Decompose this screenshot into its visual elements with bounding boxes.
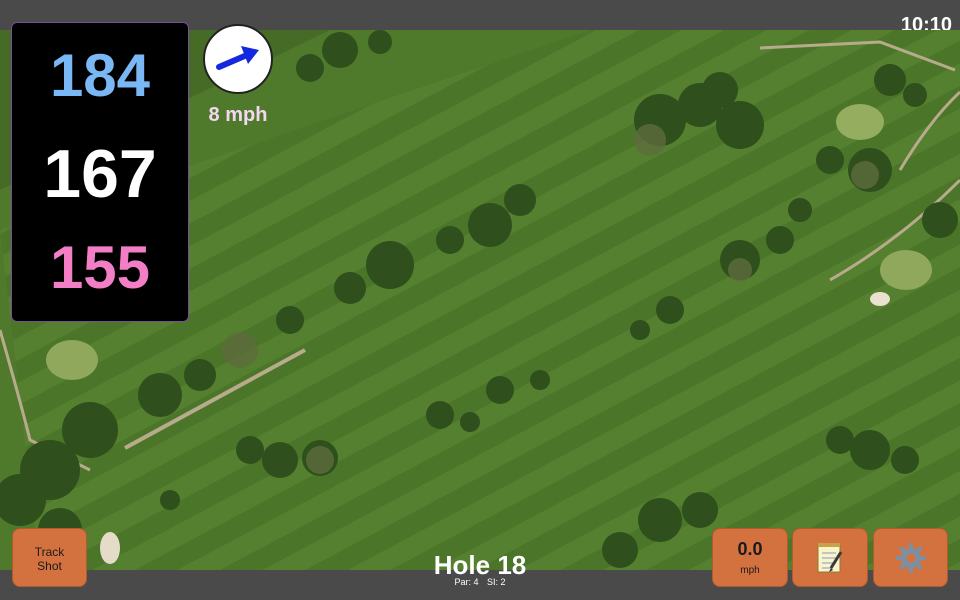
settings-button[interactable] xyxy=(873,528,948,587)
gear-icon xyxy=(895,542,926,573)
hole-par: Par: 4 xyxy=(454,577,479,587)
speed-unit: mph xyxy=(740,565,760,576)
wind-speed: 8 mph xyxy=(208,104,268,126)
front-distance: 155 xyxy=(49,234,151,301)
notepad-icon xyxy=(817,542,843,572)
hole-info: Par: 4 SI: 2 xyxy=(380,577,580,587)
speed-value: 0.0 xyxy=(737,539,763,559)
hole-stroke-index: SI: 2 xyxy=(487,577,506,587)
track-shot-label-line1: Track xyxy=(34,545,65,559)
track-shot-button[interactable]: Track Shot xyxy=(12,528,87,587)
back-distance: 184 xyxy=(49,42,151,109)
distance-panel: 184 167 155 xyxy=(11,22,189,322)
wind-direction-arrow-icon xyxy=(216,46,259,70)
middle-distance: 167 xyxy=(43,136,157,212)
wind-indicator xyxy=(203,24,273,94)
track-shot-label-line2: Shot xyxy=(37,559,62,573)
scorecard-notes-button[interactable] xyxy=(792,528,868,587)
speed-button[interactable]: 0.0 mph xyxy=(712,528,788,587)
